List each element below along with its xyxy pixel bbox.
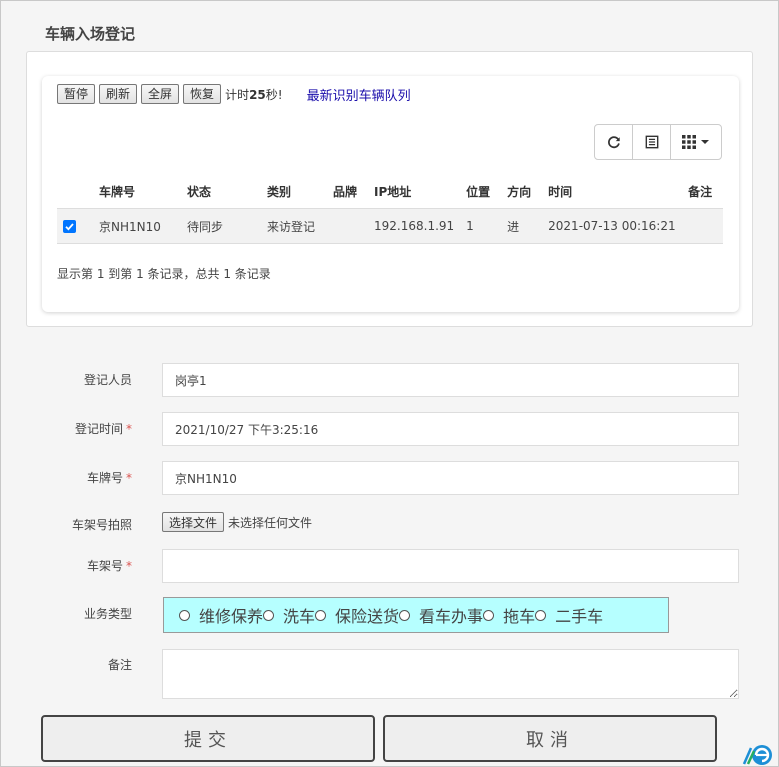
page-title: 车辆入场登记: [45, 25, 136, 43]
cell-category: 来访登记: [261, 208, 327, 244]
fullscreen-button[interactable]: 全屏: [141, 84, 180, 104]
radio-circle[interactable]: [399, 609, 411, 621]
vehicle-table: 车牌号 状态 类别 品牌 IP地址 位置 方向 时间 备注 京NH1N10 待同…: [57, 174, 723, 244]
refresh-table-button[interactable]: [595, 125, 633, 159]
vehicle-queue-panel: 暂停 刷新 全屏 恢复 计时25秒! 最新识别车辆队列 车牌号 状态 类别 品牌…: [26, 51, 753, 327]
file-picker: 选择文件 未选择任何文件: [162, 512, 312, 532]
register-time-input[interactable]: [162, 412, 739, 446]
toolbar: 暂停 刷新 全屏 恢复 计时25秒! 最新识别车辆队列: [57, 83, 411, 105]
table-tools: [594, 124, 722, 160]
plate-row: 车牌号 *: [1, 461, 779, 495]
vin-input[interactable]: [162, 549, 739, 583]
row-select-cell: [57, 208, 93, 244]
columns-dropdown-button[interactable]: [671, 125, 721, 159]
header-status[interactable]: 状态: [181, 174, 261, 209]
vin-row: 车架号 *: [1, 549, 779, 583]
radio-car-viewing[interactable]: 看车办事: [399, 603, 483, 627]
choose-file-button[interactable]: 选择文件: [162, 512, 225, 532]
register-time-row: 登记时间 *: [1, 412, 779, 446]
cell-brand: [327, 208, 368, 244]
vin-photo-row: 车架号拍照 选择文件 未选择任何文件: [1, 508, 779, 538]
registrar-row: 登记人员: [1, 363, 779, 397]
cell-direction: 进: [501, 208, 543, 244]
timer-value: 25: [249, 87, 266, 102]
refresh-button[interactable]: 刷新: [99, 84, 138, 104]
cell-status: 待同步: [181, 208, 261, 244]
grid-columns-icon: [682, 135, 696, 149]
table-header-row: 车牌号 状态 类别 品牌 IP地址 位置 方向 时间 备注: [57, 174, 723, 209]
required-mark: *: [126, 559, 132, 573]
row-checkbox[interactable]: [63, 219, 76, 233]
cell-plate: 京NH1N10: [93, 208, 181, 244]
remark-textarea[interactable]: [162, 649, 739, 699]
caret-down-icon: [701, 140, 709, 144]
header-brand[interactable]: 品牌: [327, 174, 368, 209]
radio-insurance-delivery[interactable]: 保险送货: [315, 603, 399, 627]
cancel-button[interactable]: 取消: [383, 715, 717, 762]
header-position[interactable]: 位置: [460, 174, 502, 209]
header-ip[interactable]: IP地址: [368, 174, 461, 209]
submit-button[interactable]: 提交: [41, 715, 375, 762]
pause-button[interactable]: 暂停: [57, 84, 96, 104]
file-status-text: 未选择任何文件: [228, 515, 313, 530]
header-category[interactable]: 类别: [261, 174, 327, 209]
cell-remark: [682, 208, 723, 244]
radio-circle[interactable]: [179, 609, 190, 621]
register-time-label: 登记时间 *: [74, 422, 132, 436]
radio-used-car[interactable]: 二手车: [535, 603, 603, 627]
cell-time: 2021-07-13 00:16:21: [542, 208, 683, 244]
radio-maintenance[interactable]: 维修保养: [179, 603, 263, 627]
plate-label: 车牌号 *: [86, 471, 132, 485]
list-view-icon: [645, 135, 658, 149]
restore-button[interactable]: 恢复: [183, 84, 222, 104]
app-logo-icon: [742, 745, 772, 765]
business-type-row: 业务类型 维修保养 洗车 保险送货 看车办事 拖车 二手车: [1, 597, 779, 635]
radio-circle[interactable]: [315, 609, 327, 621]
required-mark: *: [126, 471, 132, 485]
radio-towing[interactable]: 拖车: [483, 603, 535, 627]
latest-vehicle-queue-link[interactable]: 最新识别车辆队列: [307, 85, 411, 104]
table-row[interactable]: 京NH1N10 待同步 来访登记 192.168.1.91 1 进 2021-0…: [57, 208, 723, 244]
radio-circle[interactable]: [483, 609, 495, 621]
business-type-radio-group: 维修保养 洗车 保险送货 看车办事 拖车 二手车: [163, 597, 669, 633]
radio-circle[interactable]: [535, 609, 547, 621]
vehicle-queue-card: 暂停 刷新 全屏 恢复 计时25秒! 最新识别车辆队列 车牌号 状态 类别 品牌…: [42, 76, 739, 312]
pagination-summary: 显示第 1 到第 1 条记录，总共 1 条记录: [57, 267, 271, 281]
registrar-input[interactable]: [162, 363, 739, 397]
plate-input[interactable]: [162, 461, 739, 495]
timer-text: 计时25秒!: [225, 87, 283, 102]
radio-circle[interactable]: [263, 609, 275, 621]
refresh-icon: [607, 136, 620, 149]
registrar-label: 登记人员: [83, 373, 132, 387]
header-direction[interactable]: 方向: [501, 174, 543, 209]
radio-car-wash[interactable]: 洗车: [263, 603, 315, 627]
business-type-label: 业务类型: [83, 607, 132, 621]
header-remark[interactable]: 备注: [682, 174, 723, 209]
vin-label: 车架号 *: [86, 559, 132, 573]
remark-label: 备注: [107, 658, 132, 672]
cell-position: 1: [460, 208, 502, 244]
header-time[interactable]: 时间: [542, 174, 683, 209]
remark-row: 备注: [1, 649, 779, 699]
cell-ip: 192.168.1.91: [368, 208, 461, 244]
header-select: [57, 174, 93, 209]
header-plate[interactable]: 车牌号: [93, 174, 181, 209]
toggle-view-button[interactable]: [633, 125, 671, 159]
vin-photo-label: 车架号拍照: [71, 518, 132, 532]
required-mark: *: [126, 422, 132, 436]
